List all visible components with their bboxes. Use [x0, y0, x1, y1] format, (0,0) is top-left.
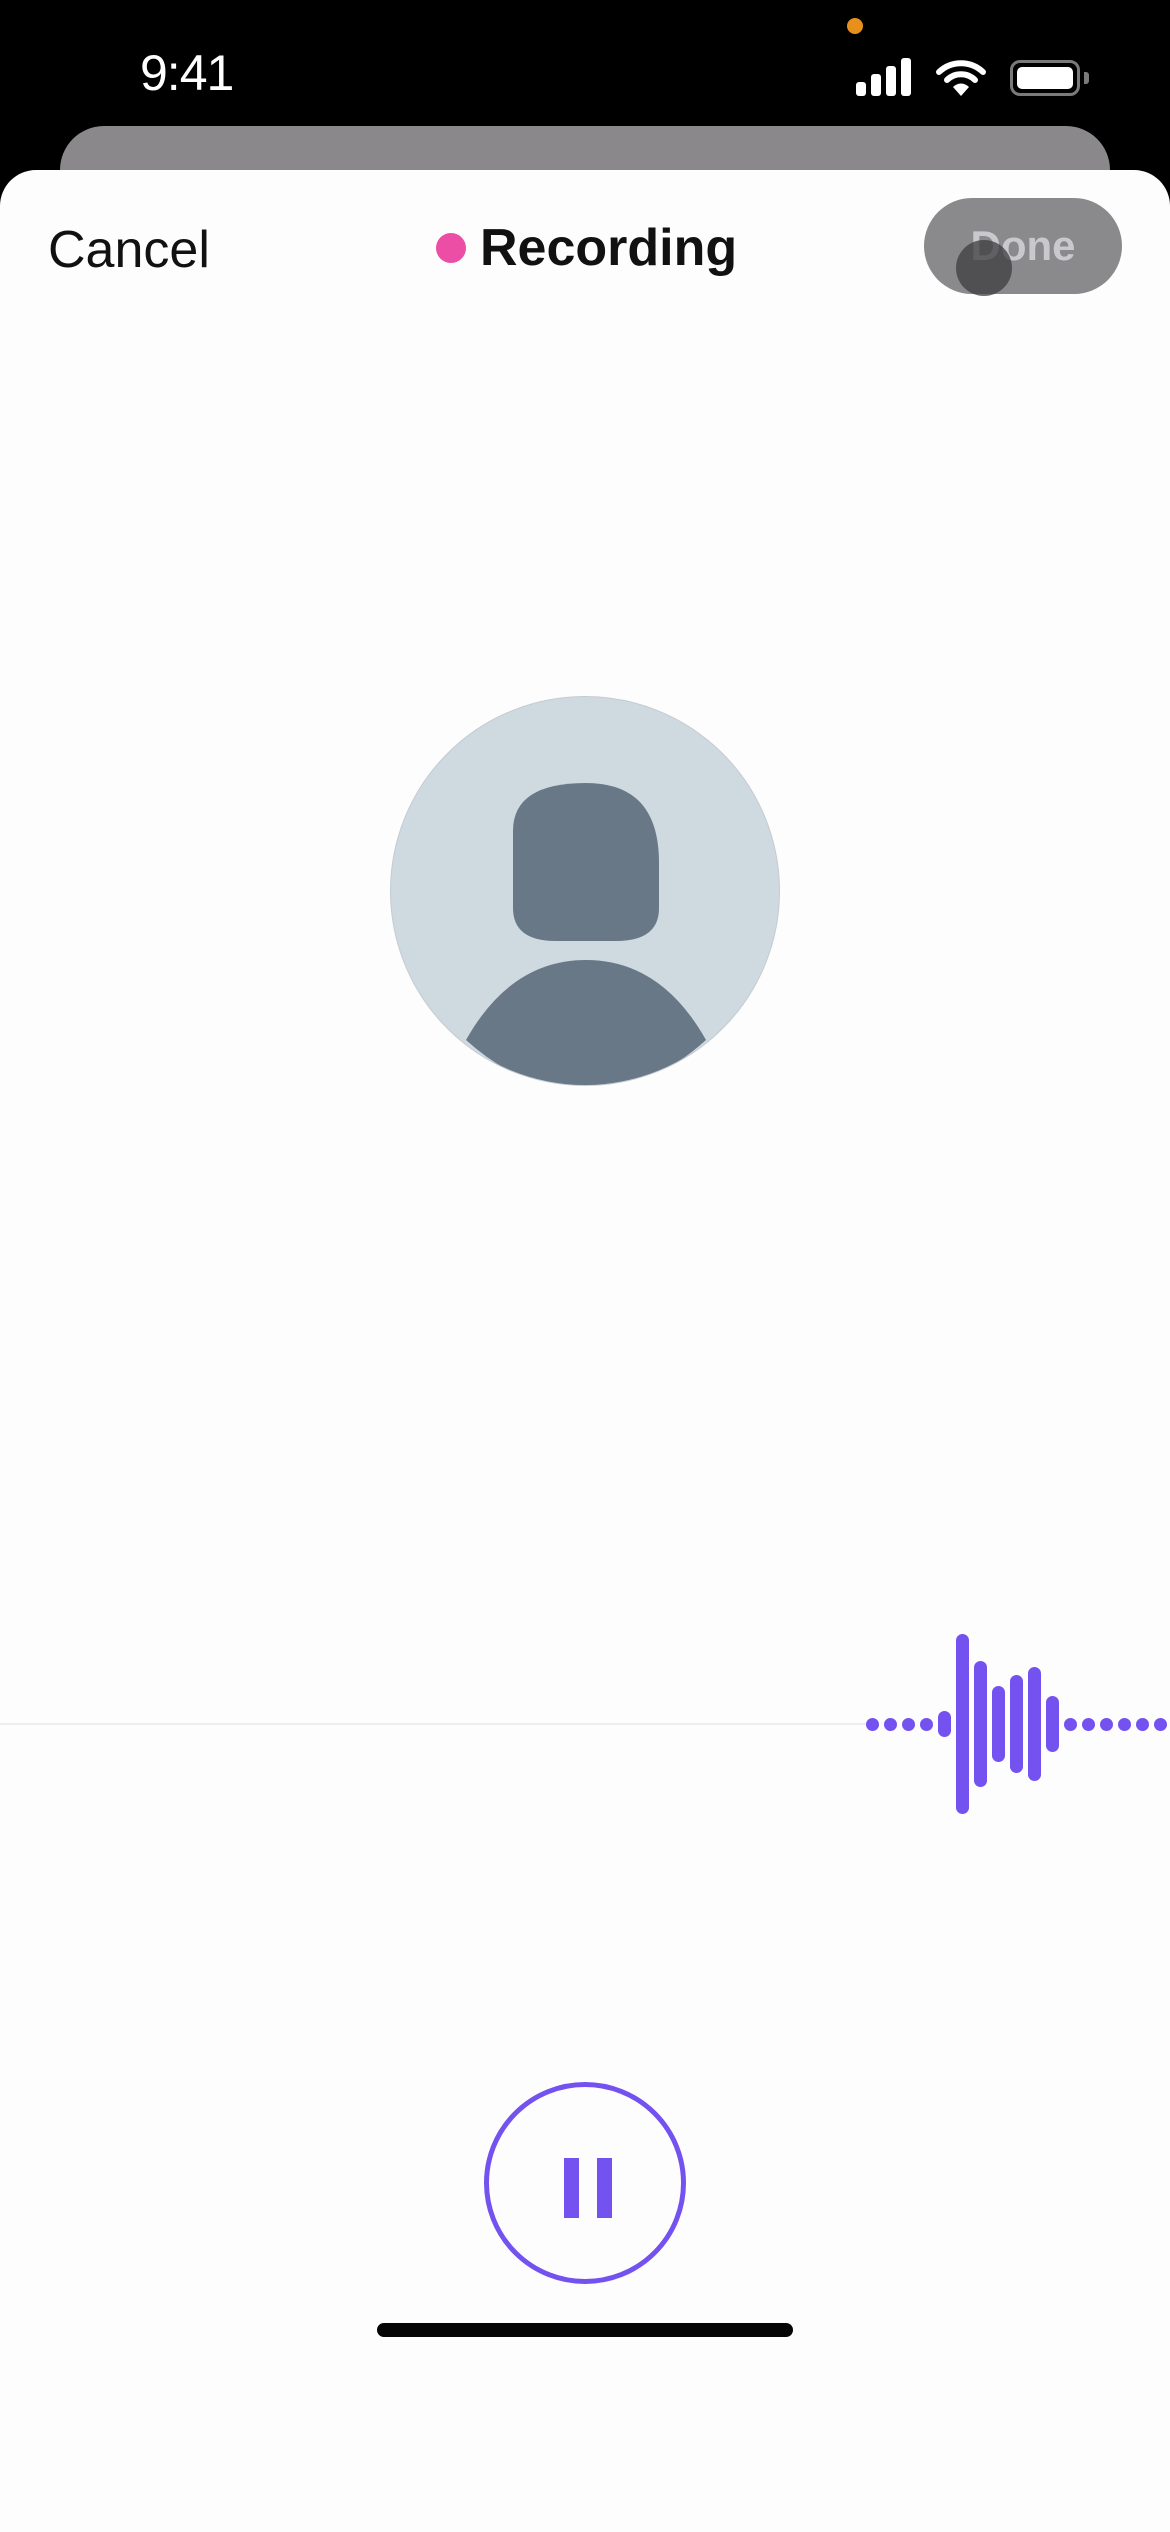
waveform-dot: [920, 1717, 933, 1731]
home-indicator[interactable]: [377, 2323, 793, 2337]
waveform-dot: [1082, 1717, 1095, 1731]
done-button[interactable]: Done: [924, 198, 1122, 294]
waveform-bar: [956, 1634, 969, 1814]
waveform-baseline: [0, 1723, 870, 1725]
title-text: Recording: [480, 219, 738, 277]
recording-indicator-dot: [436, 233, 466, 263]
battery-level: [1017, 67, 1073, 89]
waveform-bar: [1010, 1675, 1023, 1773]
waveform-dot: [1136, 1717, 1149, 1731]
pause-icon-bar: [597, 2158, 612, 2218]
waveform-dot: [1100, 1717, 1113, 1731]
status-bar: 9:41: [0, 0, 1170, 125]
cellular-signal-icon: [856, 58, 914, 96]
waveform-bar: [974, 1661, 987, 1787]
cancel-button[interactable]: Cancel: [48, 220, 210, 280]
sheet-title: Recording: [436, 218, 737, 278]
battery-cap: [1084, 72, 1089, 84]
status-time: 9:41: [140, 45, 234, 101]
waveform-bar: [1046, 1696, 1059, 1752]
waveform-dot: [902, 1717, 915, 1731]
waveform-bar: [992, 1686, 1005, 1762]
waveform-dot: [866, 1717, 879, 1731]
waveform-bar: [1028, 1667, 1041, 1781]
wifi-icon: [936, 60, 986, 96]
pause-icon-bar: [564, 2158, 579, 2218]
waveform-dot: [1154, 1717, 1167, 1731]
default-profile-icon: [466, 783, 706, 1085]
pause-button[interactable]: [484, 2082, 686, 2284]
waveform-dot: [1118, 1717, 1131, 1731]
avatar: [390, 696, 780, 1086]
battery-icon: [1010, 60, 1080, 96]
waveform-dot: [1064, 1717, 1077, 1731]
waveform-bar: [938, 1711, 951, 1737]
touch-indicator: [956, 240, 1012, 296]
recording-sheet: Cancel Recording Done: [0, 170, 1170, 2532]
privacy-indicator-dot: [847, 18, 863, 34]
waveform-dot: [884, 1717, 897, 1731]
